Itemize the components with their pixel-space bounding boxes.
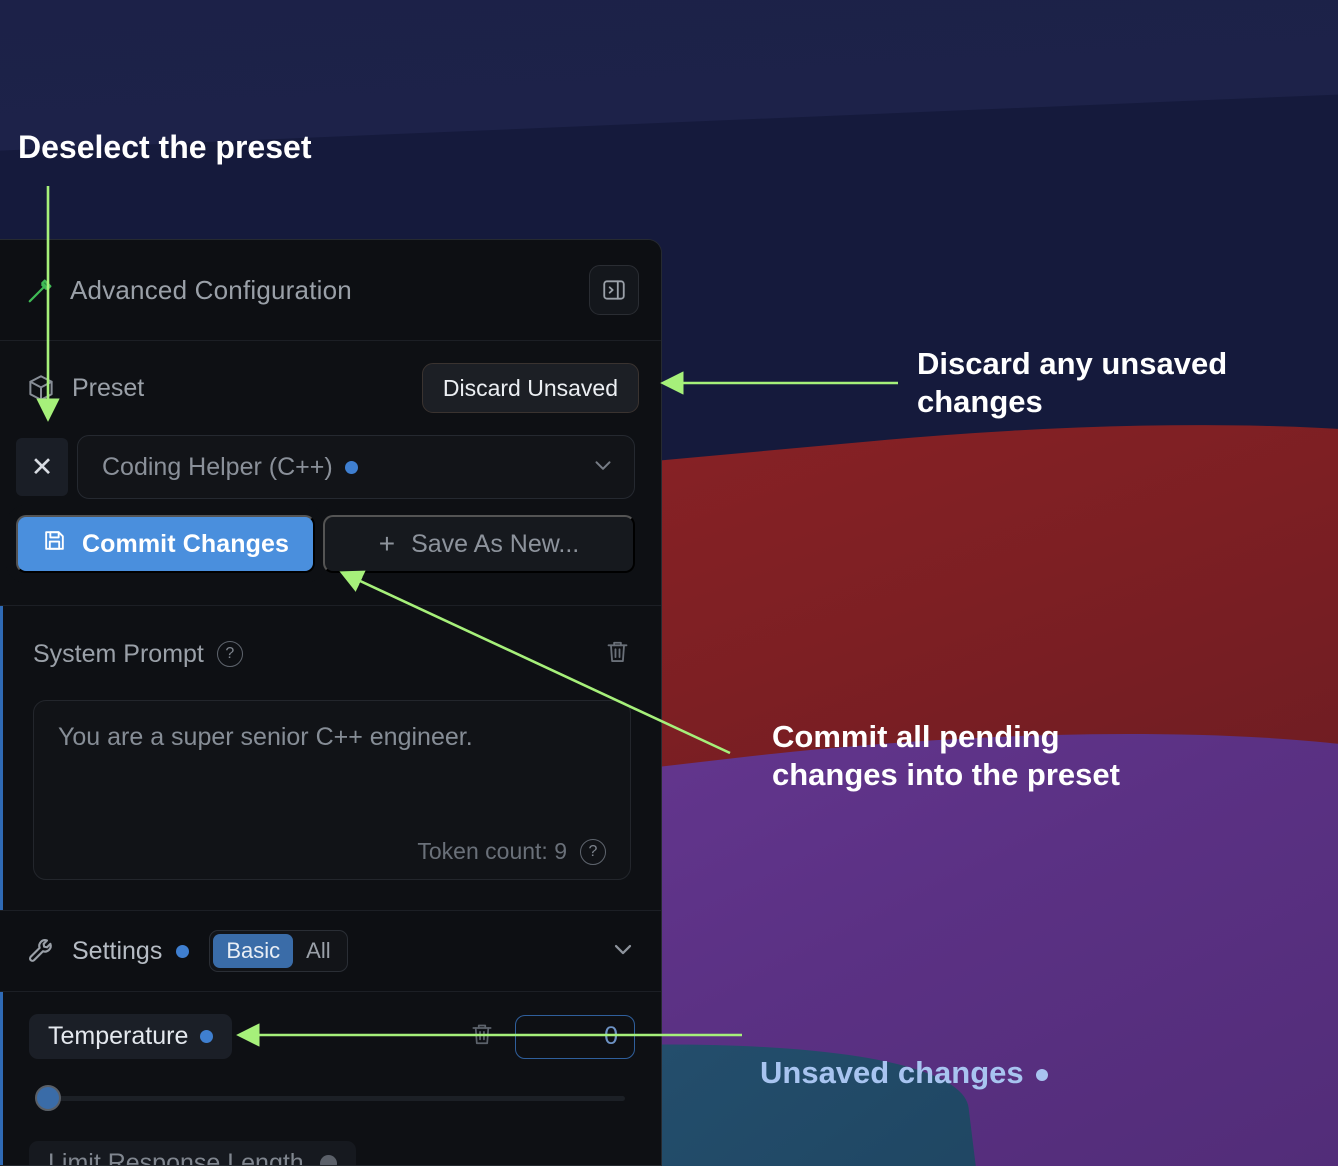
help-circle-icon[interactable]: ? xyxy=(580,839,606,865)
preset-selected-name: Coding Helper (C++) xyxy=(102,453,333,482)
segment-basic[interactable]: Basic xyxy=(213,934,293,968)
trash-icon[interactable] xyxy=(604,638,631,670)
advanced-configuration-panel: Advanced Configuration Preset Discard Un… xyxy=(0,239,662,1166)
setting-row-temperature: Temperature 0 xyxy=(29,1014,635,1059)
panel-collapse-icon[interactable] xyxy=(589,265,639,315)
system-prompt-label: System Prompt xyxy=(33,640,204,669)
preset-selector-row: ✕ Coding Helper (C++) xyxy=(0,435,661,499)
chevron-down-icon xyxy=(590,452,616,483)
unsaved-indicator-dot xyxy=(176,945,189,958)
token-count-label: Token count: 9 xyxy=(417,838,567,865)
temperature-value-input[interactable]: 0 xyxy=(515,1015,635,1059)
discard-unsaved-button[interactable]: Discard Unsaved xyxy=(422,363,639,413)
plus-icon: + xyxy=(379,530,395,558)
system-prompt-header: System Prompt ? xyxy=(33,632,631,676)
slider-thumb[interactable] xyxy=(35,1085,61,1111)
save-icon xyxy=(42,528,67,560)
settings-list: Temperature 0 Limit Response Length xyxy=(0,992,661,1166)
temperature-label: Temperature xyxy=(48,1022,188,1051)
limit-response-length-pill[interactable]: Limit Response Length xyxy=(29,1141,356,1166)
system-prompt-section: System Prompt ? You are a super senior C… xyxy=(0,606,661,910)
help-circle-icon[interactable]: ? xyxy=(217,641,243,667)
save-as-new-button[interactable]: + Save As New... xyxy=(323,515,635,573)
temperature-slider[interactable] xyxy=(29,1085,635,1111)
setting-row-limit-response-length: Limit Response Length xyxy=(29,1141,635,1166)
unsaved-indicator-dot xyxy=(200,1030,213,1043)
wrench-icon xyxy=(26,936,56,966)
page-title: Advanced Configuration xyxy=(70,275,589,306)
temperature-label-pill: Temperature xyxy=(29,1014,232,1059)
cube-icon xyxy=(26,373,56,403)
settings-label: Settings xyxy=(72,937,162,966)
trash-icon[interactable] xyxy=(469,1021,495,1052)
preset-section-header: Preset Discard Unsaved xyxy=(0,341,661,435)
panel-header: Advanced Configuration xyxy=(0,240,661,341)
slider-track xyxy=(35,1096,625,1101)
unsaved-indicator-dot xyxy=(345,461,358,474)
system-prompt-textarea[interactable]: You are a super senior C++ engineer. Tok… xyxy=(33,700,631,880)
wand-icon xyxy=(26,275,56,305)
settings-section-header: Settings Basic All xyxy=(0,910,661,992)
segment-all[interactable]: All xyxy=(293,934,343,968)
token-count-row: Token count: 9 ? xyxy=(58,838,606,865)
chevron-down-icon[interactable] xyxy=(609,935,637,968)
commit-changes-label: Commit Changes xyxy=(82,530,289,559)
preset-action-row: Commit Changes + Save As New... xyxy=(0,499,661,573)
system-prompt-value: You are a super senior C++ engineer. xyxy=(58,723,606,752)
toggle-dot-icon[interactable] xyxy=(320,1155,337,1166)
preset-dropdown[interactable]: Coding Helper (C++) xyxy=(77,435,635,499)
settings-scope-toggle[interactable]: Basic All xyxy=(209,930,347,972)
commit-changes-button[interactable]: Commit Changes xyxy=(16,515,315,573)
close-icon[interactable]: ✕ xyxy=(16,438,68,496)
limit-response-length-label: Limit Response Length xyxy=(48,1149,304,1166)
save-as-new-label: Save As New... xyxy=(411,530,579,559)
preset-label: Preset xyxy=(72,374,422,403)
